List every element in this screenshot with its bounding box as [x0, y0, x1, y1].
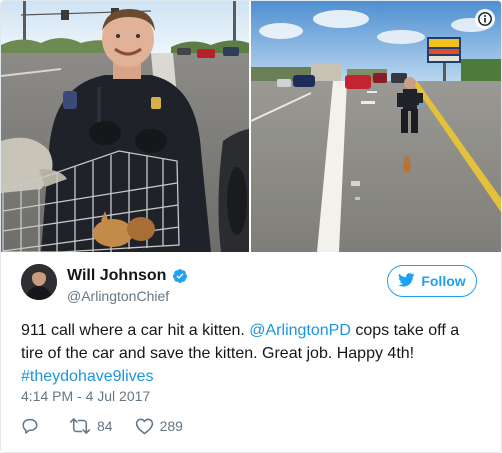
- info-icon[interactable]: [475, 9, 495, 29]
- follow-button[interactable]: Follow: [387, 265, 477, 297]
- hashtag-link[interactable]: #theydohave9lives: [21, 368, 154, 385]
- photo-officer-on-highway[interactable]: [251, 1, 501, 252]
- tweet-timestamp[interactable]: 4:14 PM - 4 Jul 2017: [21, 388, 150, 404]
- retweet-count: 84: [97, 418, 113, 434]
- heart-icon: [135, 417, 154, 435]
- like-button[interactable]: 289: [135, 417, 183, 435]
- retweet-button[interactable]: 84: [69, 417, 113, 435]
- tweet-card: Will Johnson @ArlingtonChief Follow 911 …: [0, 0, 502, 453]
- like-count: 289: [159, 418, 183, 434]
- tweet-text-part: 911 call where a car hit a kitten.: [21, 322, 250, 339]
- verified-badge-icon: [172, 268, 188, 284]
- author-display-name[interactable]: Will Johnson: [67, 267, 166, 285]
- reply-icon: [21, 417, 39, 435]
- mention-link[interactable]: @ArlingtonPD: [249, 322, 351, 339]
- reply-button[interactable]: [21, 417, 39, 435]
- avatar[interactable]: [21, 264, 57, 300]
- author-handle[interactable]: @ArlingtonChief: [67, 288, 169, 304]
- follow-button-label: Follow: [421, 273, 466, 289]
- tweet-media[interactable]: [1, 1, 501, 252]
- photo-officer-with-cat-trap[interactable]: [1, 1, 249, 252]
- tweet-text: 911 call where a car hit a kitten. @Arli…: [21, 319, 481, 388]
- tweet-actions: 84 289: [21, 415, 183, 437]
- twitter-bird-icon: [398, 272, 415, 290]
- retweet-icon: [69, 417, 91, 435]
